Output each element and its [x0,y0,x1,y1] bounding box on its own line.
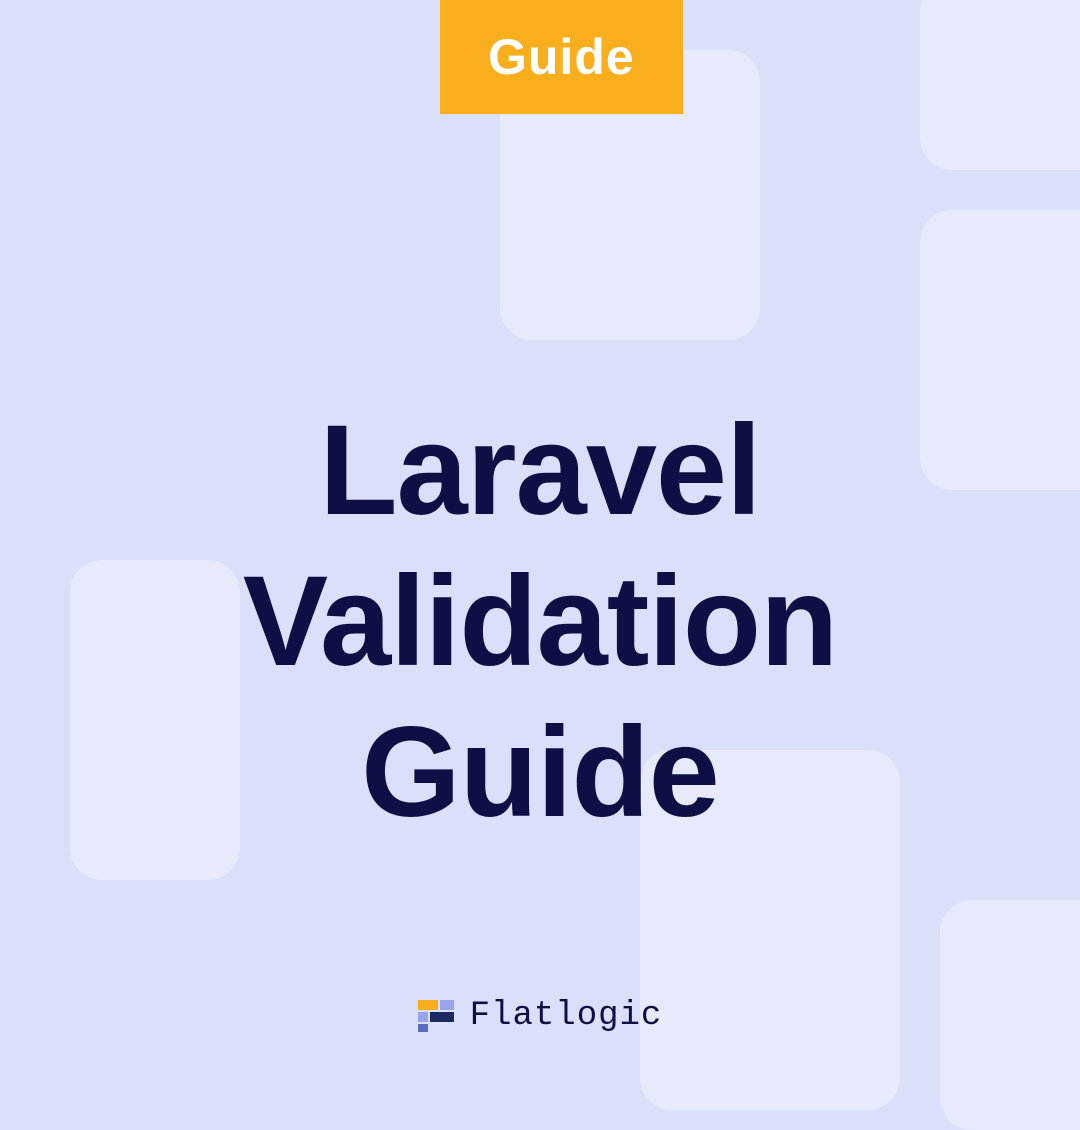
title-line: Laravel [0,395,1080,546]
badge-label: Guide [488,29,635,85]
title-line: Validation [0,546,1080,697]
category-badge: Guide [440,0,683,114]
brand-logo-icon [418,998,454,1034]
brand-container: Flatlogic [0,997,1080,1035]
brand-name: Flatlogic [470,997,663,1035]
title-line: Guide [0,697,1080,848]
main-title: Laravel Validation Guide [0,395,1080,848]
bg-decoration [920,0,1080,170]
